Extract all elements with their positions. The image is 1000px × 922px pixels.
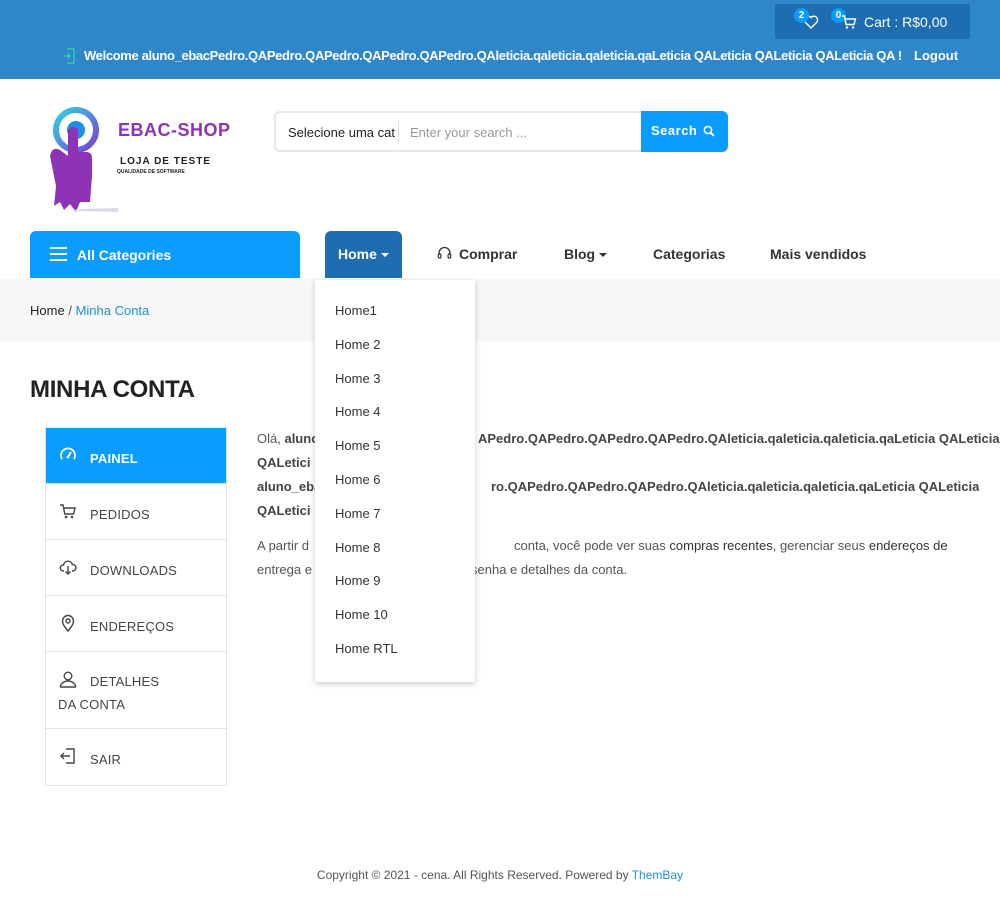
chevron-down-icon: [380, 253, 389, 258]
menu-icon: [50, 247, 67, 261]
search-divider: [398, 119, 399, 145]
account-nav-detalhes[interactable]: Detalhes da conta: [46, 652, 226, 729]
account-navigation: Painel Pedidos Downloads Endereços Detal…: [45, 427, 227, 786]
welcome-row: Welcome aluno_ebacPedro.QAPedro.QAPedro.…: [0, 46, 1000, 66]
breadcrumb-current: Minha Conta: [75, 303, 150, 318]
nav-home-label: Home: [338, 246, 377, 262]
footer: Copyright © 2021 - cena. All Rights Rese…: [0, 868, 1000, 882]
search-icon: [703, 125, 715, 137]
account-nav-label: Sair: [90, 752, 122, 767]
chevron-down-icon: [599, 253, 608, 258]
dropdown-item-home1[interactable]: Home1: [335, 303, 377, 318]
cart-total[interactable]: Cart : R$0,00: [864, 14, 947, 30]
home-dropdown-menu: Home1 Home 2 Home 3 Home 4 Home 5 Home 6…: [315, 280, 475, 682]
search-category-select[interactable]: Selecione uma cat: [288, 125, 395, 140]
all-categories-button[interactable]: All Categories: [30, 231, 300, 278]
headset-icon: [437, 246, 452, 259]
page-title: MINHA CONTA: [30, 376, 195, 403]
logo-hand-icon: [50, 107, 118, 212]
nav-item-comprar[interactable]: Comprar: [459, 246, 517, 262]
account-nav-label: Pedidos: [90, 507, 150, 522]
account-nav-downloads[interactable]: Downloads: [46, 540, 226, 596]
logout-username-end: QALetici: [257, 503, 311, 518]
breadcrumb-band: Home / Minha Conta: [0, 279, 1000, 341]
breadcrumb-separator: /: [68, 303, 72, 318]
breadcrumb: Home / Minha Conta: [30, 303, 149, 318]
dropdown-item-home9[interactable]: Home 9: [335, 573, 381, 588]
account-nav-label: Detalhes da conta: [58, 674, 160, 712]
account-nav-enderecos[interactable]: Endereços: [46, 596, 226, 652]
nav-item-blog[interactable]: Blog: [564, 246, 608, 262]
logo-title: EBAC-SHOP: [118, 120, 231, 140]
mini-cart[interactable]: 2 0 Cart : R$0,00: [775, 4, 970, 39]
logout-icon: [60, 748, 75, 764]
account-nav-label: Downloads: [90, 563, 178, 578]
account-nav-pedidos[interactable]: Pedidos: [46, 484, 226, 540]
account-nav-sair[interactable]: Sair: [46, 729, 226, 785]
nav-item-categorias[interactable]: Categorias: [653, 246, 725, 262]
dropdown-item-home2[interactable]: Home 2: [335, 337, 381, 352]
all-categories-label: All Categories: [77, 247, 172, 263]
search-input[interactable]: [410, 122, 640, 142]
wishlist-count-badge: 2: [794, 8, 809, 23]
greeting-username: aluno: [284, 431, 320, 446]
breadcrumb-home[interactable]: Home: [30, 303, 65, 318]
cart-icon[interactable]: [841, 14, 857, 30]
dropdown-item-home4[interactable]: Home 4: [335, 404, 381, 419]
cloud-download-icon: [59, 560, 77, 575]
nav-item-home[interactable]: Home: [325, 231, 402, 278]
greeting-username-end: QALetici: [257, 455, 311, 470]
location-pin-icon: [61, 614, 75, 632]
account-details-link[interactable]: senha e detalhes da conta.: [471, 562, 627, 577]
search-button[interactable]: Search: [641, 111, 728, 152]
nav-blog-label: Blog: [564, 246, 596, 262]
login-icon: [63, 48, 75, 64]
search-bar: Selecione uma cat Search: [274, 111, 728, 152]
dropdown-item-home8[interactable]: Home 8: [335, 540, 381, 555]
dropdown-item-home3[interactable]: Home 3: [335, 371, 381, 386]
site-logo[interactable]: EBAC-SHOP LOJA DE TESTE QUALIDADE DE SOF…: [38, 106, 233, 216]
cart-icon: [60, 504, 76, 519]
account-nav-label: Painel: [90, 451, 138, 466]
logout-username: aluno_eba: [257, 479, 322, 494]
intro-text: A partir d: [257, 538, 310, 553]
account-nav-label: Endereços: [90, 619, 175, 634]
dashboard-icon: [60, 447, 76, 460]
addresses-link[interactable]: endereços de: [869, 538, 948, 553]
account-nav-painel[interactable]: Painel: [46, 428, 226, 484]
nav-item-mais-vendidos[interactable]: Mais vendidos: [770, 246, 866, 262]
logout-username-cont: ro.QAPedro.QAPedro.QAPedro.QAleticia.qal…: [491, 479, 980, 494]
logo-subtitle: LOJA DE TESTE: [120, 156, 211, 167]
search-button-label: Search: [651, 123, 698, 138]
dropdown-item-home6[interactable]: Home 6: [335, 472, 381, 487]
intro-text: conta, você pode ver suas: [514, 538, 666, 553]
dropdown-item-home10[interactable]: Home 10: [335, 607, 388, 622]
greeting-username-cont: APedro.QAPedro.QAPedro.QAPedro.QAleticia…: [478, 431, 1000, 446]
welcome-message: Welcome aluno_ebacPedro.QAPedro.QAPedro.…: [84, 48, 902, 63]
intro-text: entrega e: [257, 562, 312, 577]
dropdown-item-home5[interactable]: Home 5: [335, 438, 381, 453]
logo-tagline: QUALIDADE DE SOFTWARE: [117, 169, 185, 175]
footer-brand-link[interactable]: ThemBay: [632, 868, 683, 882]
top-bar: 2 0 Cart : R$0,00 Welcome aluno_ebacPedr…: [0, 0, 1000, 79]
greeting-prefix: Olá,: [257, 431, 281, 446]
intro-text: , gerenciar seus: [772, 538, 866, 553]
dropdown-item-home-rtl[interactable]: Home RTL: [335, 641, 398, 656]
dropdown-item-home7[interactable]: Home 7: [335, 506, 381, 521]
copyright-text: Copyright © 2021 - cena. All Rights Rese…: [316, 868, 629, 882]
logout-link[interactable]: Logout: [914, 48, 958, 63]
recent-orders-link[interactable]: compras recentes: [669, 538, 772, 553]
